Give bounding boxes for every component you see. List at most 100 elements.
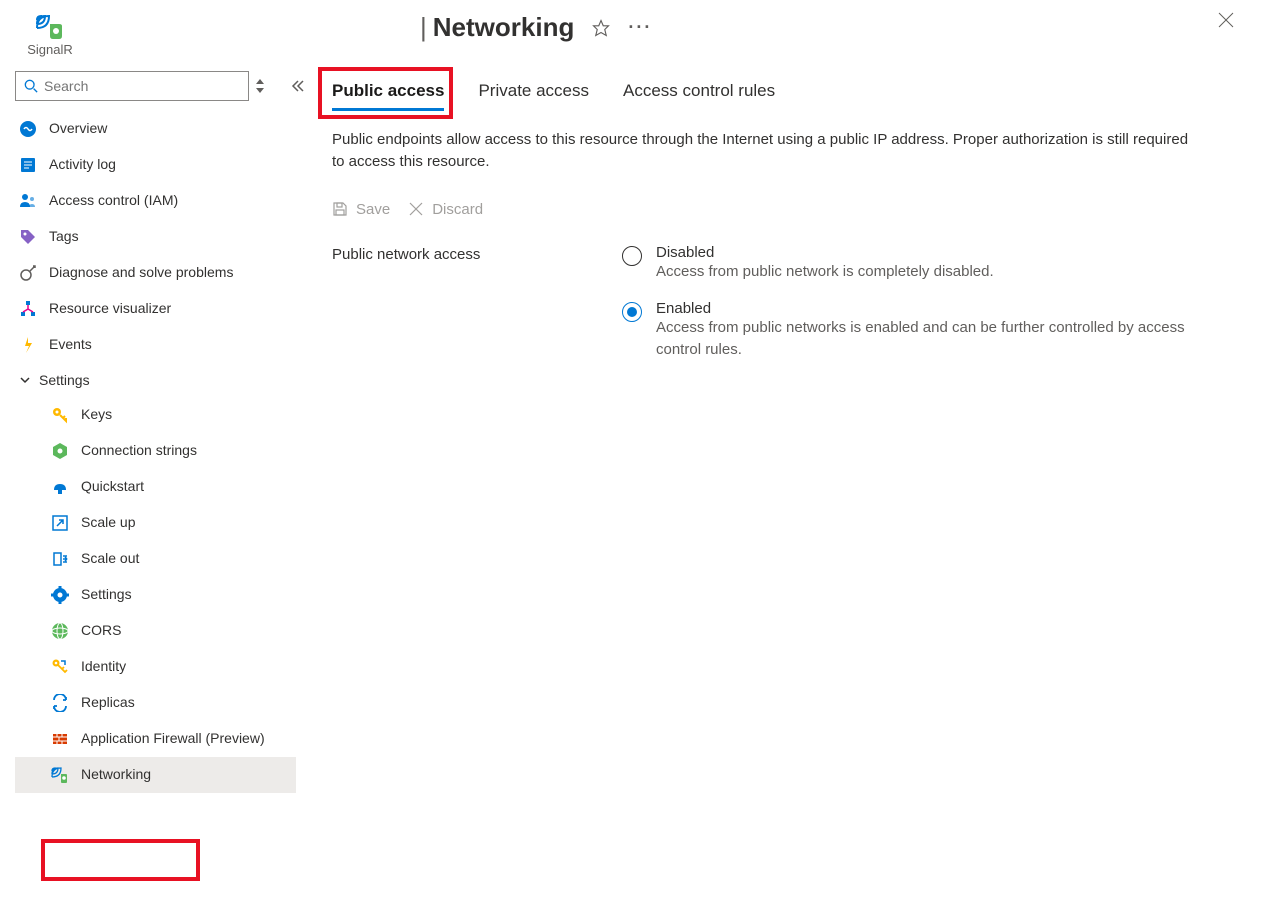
- sidebar-item-label: Events: [49, 336, 92, 354]
- search-input[interactable]: [44, 78, 240, 94]
- radio-dot: [627, 307, 637, 317]
- sidebar-item-label: Application Firewall (Preview): [81, 730, 265, 748]
- sidebar-item-resource-visualizer[interactable]: Resource visualizer: [15, 291, 296, 327]
- discard-button[interactable]: Discard: [408, 201, 483, 218]
- form-row-public-network-access: Public network access Disabled Access fr…: [332, 244, 1234, 361]
- sidebar-item-label: Tags: [49, 228, 79, 246]
- signalr-icon: [35, 12, 65, 40]
- identity-icon: [51, 658, 69, 676]
- sidebar-section-label: Settings: [39, 372, 90, 388]
- search-icon: [24, 79, 38, 93]
- sidebar-item-scale-up[interactable]: Scale up: [15, 505, 296, 541]
- keys-icon: [51, 406, 69, 424]
- tags-icon: [19, 228, 37, 246]
- save-label: Save: [356, 201, 390, 218]
- sidebar-item-diagnose[interactable]: Diagnose and solve problems: [15, 255, 296, 291]
- radio-description: Access from public networks is enabled a…: [656, 317, 1216, 361]
- title-separator: |: [420, 12, 427, 43]
- sidebar-item-label: Access control (IAM): [49, 192, 178, 210]
- save-icon: [332, 201, 348, 217]
- chevron-down-icon: [19, 374, 31, 386]
- tabs: Public access Private access Access cont…: [332, 75, 1234, 111]
- sidebar-item-cors[interactable]: CORS: [15, 613, 296, 649]
- radio-circle[interactable]: [622, 302, 642, 322]
- firewall-icon: [51, 730, 69, 748]
- iam-icon: [19, 192, 37, 210]
- tab-label: Private access: [478, 81, 589, 100]
- discard-label: Discard: [432, 201, 483, 218]
- sidebar-item-access-control[interactable]: Access control (IAM): [15, 183, 296, 219]
- sidebar-item-label: Replicas: [81, 694, 135, 712]
- sidebar-item-label: Keys: [81, 406, 112, 424]
- tab-public-access[interactable]: Public access: [332, 75, 444, 111]
- sidebar-item-label: Connection strings: [81, 442, 197, 460]
- toolbar: Save Discard: [332, 201, 1234, 218]
- radio-circle[interactable]: [622, 246, 642, 266]
- overview-icon: [19, 120, 37, 138]
- diagnose-icon: [19, 264, 37, 282]
- gear-icon: [51, 586, 69, 604]
- sidebar-item-events[interactable]: Events: [15, 327, 296, 363]
- sidebar-item-label: Scale up: [81, 514, 135, 532]
- sidebar: Overview Activity log Access control (IA…: [0, 65, 302, 909]
- radio-title: Enabled: [656, 300, 1216, 317]
- scale-out-icon: [51, 550, 69, 568]
- sidebar-item-label: Quickstart: [81, 478, 144, 496]
- search-box[interactable]: [15, 71, 249, 101]
- sidebar-item-label: Activity log: [49, 156, 116, 174]
- sidebar-item-activity-log[interactable]: Activity log: [15, 147, 296, 183]
- tab-description: Public endpoints allow access to this re…: [332, 129, 1202, 173]
- sidebar-item-label: Resource visualizer: [49, 300, 171, 318]
- quickstart-icon: [51, 478, 69, 496]
- more-icon[interactable]: ···: [628, 17, 652, 38]
- service-logo-area: SignalR: [20, 12, 80, 57]
- sidebar-item-label: CORS: [81, 622, 121, 640]
- sidebar-item-label: Networking: [81, 766, 151, 784]
- sidebar-item-overview[interactable]: Overview: [15, 111, 296, 147]
- favorite-star-icon[interactable]: [592, 19, 610, 37]
- radio-description: Access from public network is completely…: [656, 261, 994, 283]
- networking-icon: [51, 766, 69, 784]
- sidebar-nav: Overview Activity log Access control (IA…: [15, 111, 302, 909]
- tab-label: Access control rules: [623, 81, 775, 100]
- sort-updown-icon[interactable]: [255, 79, 265, 93]
- sidebar-item-quickstart[interactable]: Quickstart: [15, 469, 296, 505]
- events-icon: [19, 336, 37, 354]
- radio-option-disabled[interactable]: Disabled Access from public network is c…: [622, 244, 1216, 283]
- page-title: Networking: [433, 12, 575, 43]
- replicas-icon: [51, 694, 69, 712]
- sidebar-item-scale-out[interactable]: Scale out: [15, 541, 296, 577]
- activity-log-icon: [19, 156, 37, 174]
- sidebar-item-tags[interactable]: Tags: [15, 219, 296, 255]
- save-button[interactable]: Save: [332, 201, 390, 218]
- sidebar-item-label: Diagnose and solve problems: [49, 264, 233, 282]
- sidebar-item-label: Settings: [81, 586, 132, 604]
- page-title-bar: | Networking ···: [420, 12, 1218, 43]
- tab-access-control-rules[interactable]: Access control rules: [623, 75, 775, 111]
- discard-icon: [408, 201, 424, 217]
- radio-option-enabled[interactable]: Enabled Access from public networks is e…: [622, 300, 1216, 361]
- sidebar-item-label: Overview: [49, 120, 107, 138]
- radio-title: Disabled: [656, 244, 994, 261]
- sidebar-item-application-firewall[interactable]: Application Firewall (Preview): [15, 721, 296, 757]
- sidebar-item-keys[interactable]: Keys: [15, 397, 296, 433]
- main-content: Public access Private access Access cont…: [302, 65, 1264, 909]
- sidebar-item-replicas[interactable]: Replicas: [15, 685, 296, 721]
- header: SignalR | Networking ···: [0, 0, 1264, 65]
- close-icon[interactable]: [1218, 12, 1234, 28]
- sidebar-item-identity[interactable]: Identity: [15, 649, 296, 685]
- sidebar-item-networking[interactable]: Networking: [15, 757, 296, 793]
- cors-icon: [51, 622, 69, 640]
- radio-group: Disabled Access from public network is c…: [622, 244, 1216, 361]
- scale-up-icon: [51, 514, 69, 532]
- sidebar-item-connection-strings[interactable]: Connection strings: [15, 433, 296, 469]
- connection-strings-icon: [51, 442, 69, 460]
- sidebar-item-label: Identity: [81, 658, 126, 676]
- tab-private-access[interactable]: Private access: [478, 75, 589, 111]
- sidebar-item-settings[interactable]: Settings: [15, 577, 296, 613]
- sidebar-item-label: Scale out: [81, 550, 139, 568]
- sidebar-section-settings[interactable]: Settings: [15, 363, 296, 397]
- tab-label: Public access: [332, 81, 444, 100]
- service-type-label: SignalR: [27, 42, 73, 57]
- form-label: Public network access: [332, 244, 622, 263]
